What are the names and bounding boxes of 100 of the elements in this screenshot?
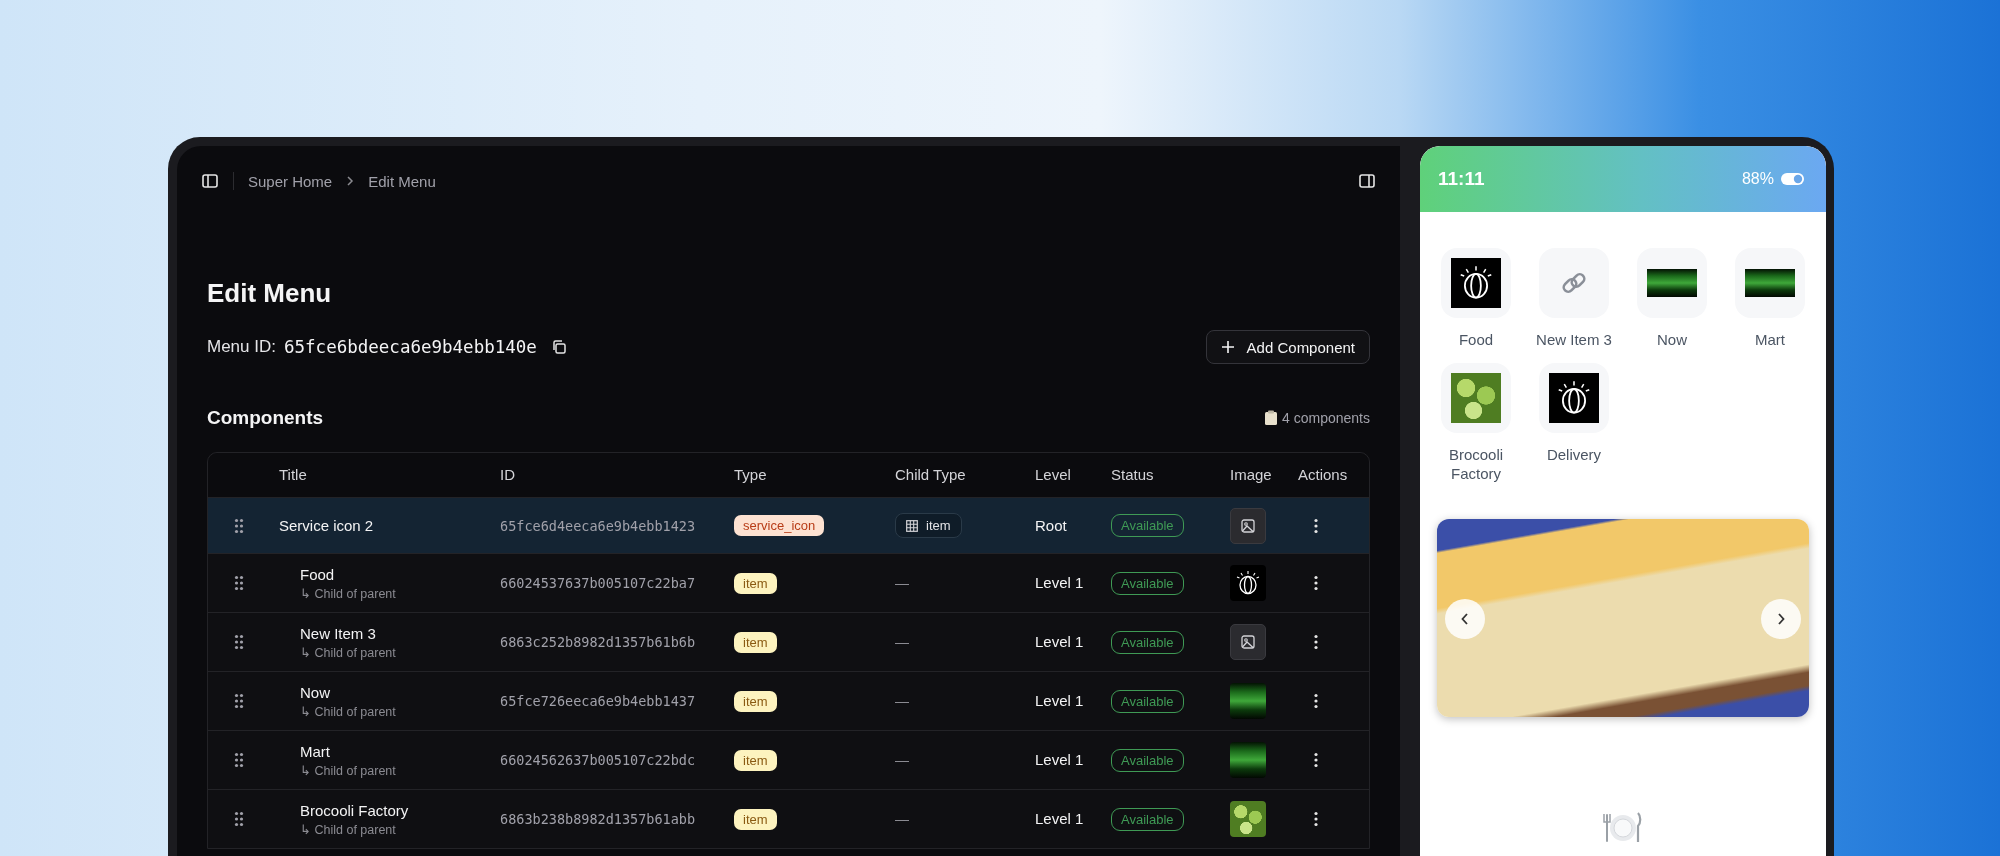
more-icon[interactable] bbox=[1314, 634, 1318, 650]
column-header: Actions bbox=[1298, 466, 1348, 483]
row-id: 6863c252b8982d1357b61b6b bbox=[500, 634, 696, 650]
row-id: 66024537637b005107c22ba7 bbox=[500, 575, 696, 591]
table-row[interactable]: Mart ↳ Child of parent 66024562637b005107c22bdc item — Level 1 Available bbox=[208, 730, 1369, 789]
row-id: 65fce726eeca6e9b4ebb1437 bbox=[500, 693, 696, 709]
photo-thumbnail bbox=[1230, 683, 1266, 719]
photo-thumbnail bbox=[1230, 742, 1266, 778]
more-icon[interactable] bbox=[1314, 693, 1318, 709]
row-title: Brocooli Factory bbox=[300, 801, 410, 819]
row-subtitle: ↳ Child of parent bbox=[300, 585, 397, 601]
table-row[interactable]: Now ↳ Child of parent 65fce726eeca6e9b4ebb1437 item — Level 1 Available bbox=[208, 671, 1369, 730]
row-id: 65fce6d4eeca6e9b4ebb1423 bbox=[500, 517, 696, 534]
row-title: Now bbox=[300, 683, 331, 701]
photo-thumbnail bbox=[1647, 269, 1697, 297]
drag-handle-icon[interactable] bbox=[234, 517, 244, 534]
drag-handle-icon[interactable] bbox=[234, 693, 244, 709]
row-title: New Item 3 bbox=[300, 624, 377, 642]
row-level: Level 1 bbox=[1035, 751, 1084, 768]
column-header: Title bbox=[279, 466, 307, 483]
child-type-empty: — bbox=[895, 752, 909, 768]
status-tag: Available bbox=[1111, 689, 1184, 713]
page-title: Edit Menu bbox=[207, 278, 333, 308]
photo-thumbnail bbox=[1451, 373, 1501, 423]
service-tile[interactable] bbox=[1539, 248, 1609, 318]
plus-icon bbox=[1220, 340, 1235, 354]
more-icon[interactable] bbox=[1314, 752, 1318, 768]
type-tag: item bbox=[734, 572, 777, 594]
row-level: Root bbox=[1035, 516, 1067, 534]
drag-handle-icon[interactable] bbox=[234, 634, 244, 650]
child-type-empty: — bbox=[895, 693, 909, 709]
tile-label: Mart bbox=[1754, 330, 1786, 349]
logo-thumbnail bbox=[1451, 258, 1501, 308]
tile-label: Delivery bbox=[1545, 445, 1603, 464]
drag-handle-icon[interactable] bbox=[234, 752, 244, 768]
add-component-button[interactable]: Add Component bbox=[1205, 330, 1370, 364]
type-tag: service_icon bbox=[734, 515, 825, 536]
table-row[interactable]: New Item 3 ↳ Child of parent 6863c252b8982d1357b61b6b item — Level 1 Available bbox=[208, 612, 1369, 671]
chevron-icon bbox=[346, 175, 355, 187]
chevron-right-icon bbox=[1776, 612, 1786, 626]
panel-toggle-icon[interactable] bbox=[1358, 172, 1376, 190]
child-type-empty: — bbox=[895, 634, 909, 650]
status-tag: Available bbox=[1111, 807, 1184, 831]
row-subtitle: ↳ Child of parent bbox=[300, 703, 397, 719]
section-heading: Components bbox=[207, 407, 325, 429]
tile-label: Food bbox=[1457, 330, 1495, 349]
logo-thumbnail bbox=[1549, 373, 1599, 423]
status-tag: Available bbox=[1111, 630, 1184, 654]
service-tile[interactable] bbox=[1539, 363, 1609, 433]
tile-label: Now bbox=[1656, 330, 1688, 349]
column-header: Child Type bbox=[895, 466, 966, 483]
row-level: Level 1 bbox=[1035, 692, 1084, 709]
menu-id-value: 65fce6bdeeca6e9b4ebb140e bbox=[284, 337, 537, 357]
table-row[interactable]: Brocooli Factory ↳ Child of parent 6863b238b8982d1357b61abb item — Level 1 Available bbox=[208, 789, 1369, 848]
more-icon[interactable] bbox=[1314, 811, 1318, 827]
battery-percent: 88% bbox=[1741, 170, 1774, 188]
breadcrumb-link[interactable]: Super Home bbox=[248, 172, 333, 190]
row-level: Level 1 bbox=[1035, 810, 1084, 827]
service-tile[interactable] bbox=[1637, 248, 1707, 318]
image-icon bbox=[1241, 635, 1255, 649]
more-icon[interactable] bbox=[1314, 575, 1318, 591]
row-id: 66024562637b005107c22bdc bbox=[500, 752, 696, 768]
column-header: Status bbox=[1111, 466, 1154, 483]
row-title: Food bbox=[300, 565, 336, 583]
table-row[interactable]: Service icon 2 65fce6d4eeca6e9b4ebb1423 service_icon item Root Available bbox=[208, 497, 1369, 553]
status-tag: Available bbox=[1111, 571, 1184, 595]
child-type-label: item bbox=[926, 518, 951, 533]
row-subtitle: ↳ Child of parent bbox=[300, 644, 397, 660]
row-subtitle: ↳ Child of parent bbox=[300, 821, 397, 837]
column-header: Image bbox=[1230, 466, 1272, 483]
photo-thumbnail bbox=[1745, 269, 1795, 297]
column-header: ID bbox=[500, 466, 515, 483]
tile-label: New Item 3 bbox=[1535, 330, 1613, 349]
logo-thumbnail bbox=[1230, 565, 1266, 601]
sidebar-toggle-icon[interactable] bbox=[201, 172, 219, 190]
row-subtitle: ↳ Child of parent bbox=[300, 762, 397, 778]
table-row[interactable]: Food ↳ Child of parent 66024537637b005107c22ba7 item — Level 1 Available bbox=[208, 553, 1369, 612]
photo-thumbnail bbox=[1230, 801, 1266, 837]
battery-icon bbox=[1780, 172, 1806, 186]
component-count: 4 components bbox=[1282, 410, 1370, 426]
chevron-left-icon bbox=[1460, 612, 1470, 626]
drag-handle-icon[interactable] bbox=[234, 811, 244, 827]
row-level: Level 1 bbox=[1035, 633, 1084, 650]
child-type-empty: — bbox=[895, 811, 909, 827]
drag-handle-icon[interactable] bbox=[234, 575, 244, 591]
row-level: Level 1 bbox=[1035, 574, 1084, 591]
service-tile[interactable] bbox=[1441, 248, 1511, 318]
row-title: Service icon 2 bbox=[279, 517, 375, 534]
clipboard-icon bbox=[1264, 410, 1279, 426]
copy-icon[interactable] bbox=[550, 339, 567, 355]
more-icon[interactable] bbox=[1314, 517, 1318, 534]
image-icon bbox=[1241, 518, 1255, 533]
service-tile[interactable] bbox=[1441, 363, 1511, 433]
service-tile[interactable] bbox=[1735, 248, 1805, 318]
clock-time: 11:11 bbox=[1438, 168, 1486, 190]
row-title: Mart bbox=[300, 742, 331, 760]
type-tag: item bbox=[734, 808, 777, 830]
type-tag: item bbox=[734, 690, 777, 712]
type-tag: item bbox=[734, 631, 777, 653]
child-type-empty: — bbox=[895, 575, 909, 591]
